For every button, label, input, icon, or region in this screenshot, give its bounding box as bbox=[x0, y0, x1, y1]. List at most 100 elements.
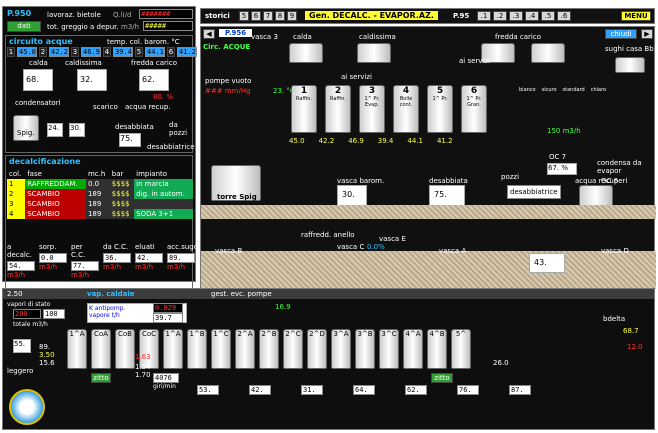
stage[interactable]: 2^D bbox=[307, 329, 327, 369]
val-16: 16.9 bbox=[275, 303, 291, 311]
desabbiatrice-box: desabbiatrice bbox=[507, 185, 561, 199]
vasca-barom-tank: 30. bbox=[337, 185, 367, 207]
vasca-barom-label: vasca barom. bbox=[337, 177, 385, 185]
stage[interactable]: 4^A bbox=[403, 329, 423, 369]
vasca-d-tank: 43. bbox=[529, 253, 565, 273]
gauge-unit: m3/h bbox=[71, 271, 90, 279]
col-temp: 45.0 bbox=[289, 137, 305, 145]
column[interactable]: 6 1^ Pr. Gran. bbox=[461, 85, 487, 133]
stage[interactable]: 1^A bbox=[163, 329, 183, 369]
readout: 53. bbox=[197, 385, 219, 395]
fredda2-tank bbox=[531, 43, 565, 63]
lav-unit: Q.li/d bbox=[113, 11, 132, 19]
ground-strip bbox=[201, 205, 656, 219]
readout: 87. bbox=[509, 385, 531, 395]
stage[interactable]: 2^B bbox=[259, 329, 279, 369]
p95-1-button[interactable]: .1 bbox=[477, 11, 491, 21]
val-4076: 4076 bbox=[153, 373, 179, 383]
table-row[interactable]: 3 SCAMBIO 189 $$$$ bbox=[7, 199, 193, 209]
caldissima-tank: 32. bbox=[77, 69, 107, 91]
val-154: 1.54 bbox=[135, 363, 151, 371]
column[interactable]: 4 Bolle cont. bbox=[393, 85, 419, 133]
p95-2-button[interactable]: .2 bbox=[493, 11, 507, 21]
val-200: 200 bbox=[13, 309, 41, 319]
p95-4-button[interactable]: .4 bbox=[525, 11, 539, 21]
column[interactable]: 3 1^ Pr. Evap. bbox=[359, 85, 385, 133]
stage[interactable]: 5^ bbox=[451, 329, 471, 369]
chiudi-button[interactable]: chiudi bbox=[605, 29, 637, 39]
bottom-panel: 2.50 vap. caldaie gest. evc. pompe vapor… bbox=[2, 288, 655, 430]
spig-tower bbox=[13, 115, 39, 141]
raffredd-label: raffredd. anello bbox=[301, 231, 355, 239]
temp-id: 3 bbox=[71, 47, 79, 57]
stage[interactable]: 1^C bbox=[211, 329, 231, 369]
val-687: 68.7 bbox=[623, 327, 639, 335]
table-header: fase bbox=[27, 170, 42, 178]
calda-label: calda bbox=[293, 33, 312, 41]
scarico-label: scarico bbox=[93, 103, 118, 111]
storico-8-button[interactable]: 8 bbox=[275, 11, 285, 21]
p95-5-button[interactable]: .5 bbox=[541, 11, 555, 21]
dati-button[interactable]: dati bbox=[7, 21, 41, 32]
page-title: Gen. DECALC. - EVAPOR.AZ. bbox=[305, 11, 438, 20]
table-row[interactable]: 1 RAFFREDDAM. 0.0 $$$$ in marcia bbox=[7, 179, 193, 189]
row-imp: dig. in autom. bbox=[134, 189, 193, 199]
stage[interactable]: 1^A bbox=[67, 329, 87, 369]
gauge: per C.C. 77. m3/h bbox=[71, 243, 99, 279]
back-arrow-icon[interactable]: ◀ bbox=[203, 29, 215, 39]
table-header-row: col. fase mc.h bar impianto bbox=[7, 169, 193, 179]
gauge-value: 0.0 bbox=[39, 253, 67, 263]
column[interactable]: 2 Raffin. bbox=[325, 85, 351, 133]
stage[interactable]: 2^A bbox=[235, 329, 255, 369]
col-temp: 42.2 bbox=[318, 137, 335, 145]
tank-label: standard bbox=[562, 87, 585, 93]
gauge-unit: m3/h bbox=[135, 263, 154, 271]
menu-button[interactable]: MENU bbox=[621, 11, 651, 21]
acqua-recuperi-label: acqua recuperi bbox=[575, 177, 628, 185]
temp-value: 46.9 bbox=[81, 47, 101, 57]
column[interactable]: 5 1^ Pr. bbox=[427, 85, 453, 133]
gauge-label: da C.C. bbox=[103, 243, 129, 251]
val-120: 12.0 bbox=[627, 343, 643, 351]
temp-row: 1 45.0 2 42.2 3 46.9 4 39.4 5 44.1 6 41.2 bbox=[7, 47, 197, 57]
table-row[interactable]: 4 SCAMBIO 189 $$$$ SODA 3+1 bbox=[7, 209, 193, 219]
gauge-label: eluati bbox=[135, 243, 155, 251]
table-row[interactable]: 2 SCAMBIO 189 $$$$ dig. in autom. bbox=[7, 189, 193, 199]
row-fase: RAFFREDDAM. bbox=[25, 179, 86, 189]
decalc-table: col. fase mc.h bar impianto 1 RAFFREDDAM… bbox=[7, 169, 193, 219]
column[interactable]: 1 Raffin. bbox=[291, 85, 317, 133]
vasca3-label: vasca 3 bbox=[251, 33, 278, 41]
gest-evac-label: gest. evc. pompe bbox=[211, 290, 272, 298]
stage[interactable]: 2^C bbox=[283, 329, 303, 369]
scada-window: P.950 lavoraz. bietole Q.li/d ####### da… bbox=[0, 0, 658, 433]
vasca-e-label: vasca E bbox=[379, 235, 406, 243]
stage[interactable]: 3^B bbox=[355, 329, 375, 369]
row-imp bbox=[134, 199, 193, 209]
zitto-button[interactable]: zitto bbox=[91, 373, 111, 383]
readout: 64. bbox=[353, 385, 375, 395]
stage[interactable]: 3^A bbox=[331, 329, 351, 369]
circuito-title: circuito acque bbox=[9, 37, 73, 46]
storico-5-button[interactable]: 5 bbox=[239, 11, 249, 21]
vapore-value: 39.7 bbox=[153, 313, 183, 323]
stage[interactable]: 3^C bbox=[379, 329, 399, 369]
row-mch: 189 bbox=[87, 200, 102, 208]
p95-3-button[interactable]: .3 bbox=[509, 11, 523, 21]
fredda-label: fredda carico bbox=[495, 33, 541, 41]
zitto2-button[interactable]: zitto bbox=[431, 373, 453, 383]
storico-9-button[interactable]: 9 bbox=[287, 11, 297, 21]
stage[interactable]: 1^B bbox=[187, 329, 207, 369]
p95-6-button[interactable]: .6 bbox=[557, 11, 571, 21]
stage[interactable]: CoA bbox=[91, 329, 111, 369]
stage[interactable]: CoB bbox=[115, 329, 135, 369]
storico-6-button[interactable]: 6 bbox=[251, 11, 261, 21]
company-logo bbox=[9, 389, 45, 425]
column-row: 1 Raffin. 2 Raffin. 3 1^ Pr. Evap. 4 Bolle c… bbox=[291, 85, 491, 141]
bdelta-label: bdelta bbox=[603, 315, 626, 323]
forward-arrow-icon[interactable]: ▶ bbox=[641, 29, 653, 39]
val-24: 24. bbox=[47, 123, 63, 137]
temp-id: 4 bbox=[103, 47, 111, 57]
vapori-stato-label: vapori di stato bbox=[7, 301, 51, 308]
stage[interactable]: 4^B bbox=[427, 329, 447, 369]
storico-7-button[interactable]: 7 bbox=[263, 11, 273, 21]
